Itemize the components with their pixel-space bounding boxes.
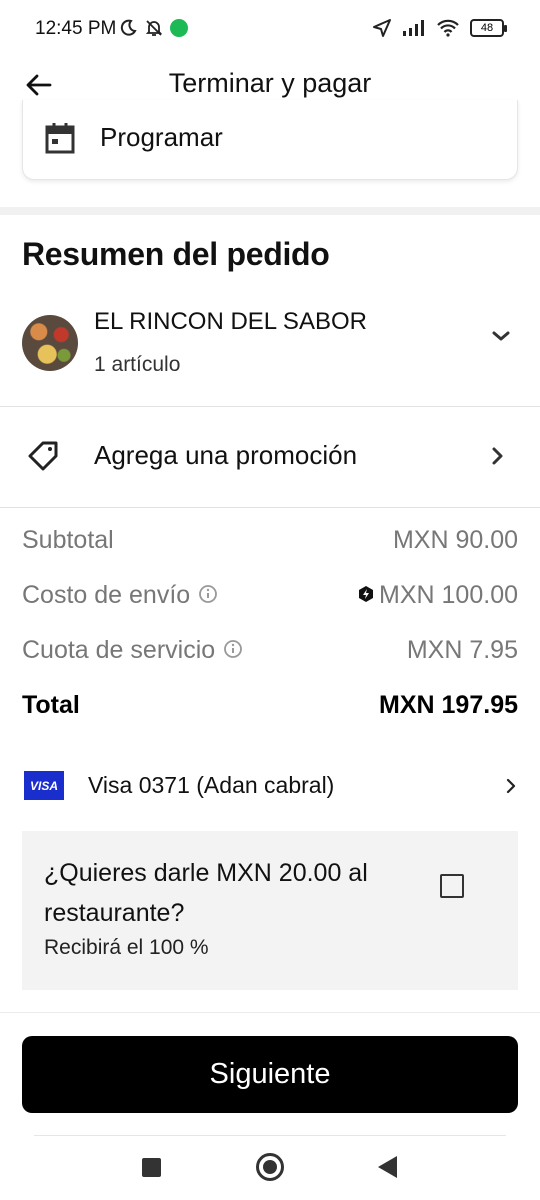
service-fee-row: Cuota de servicio MXN 7.95 xyxy=(22,636,518,670)
order-summary-title: Resumen del pedido xyxy=(22,236,330,272)
restaurant-tip-box: ¿Quieres darle MXN 20.00 al restaurante?… xyxy=(22,831,518,990)
wifi-icon xyxy=(437,19,459,37)
status-time: 12:45 PM xyxy=(35,18,117,39)
next-button[interactable]: Siguiente xyxy=(22,1036,518,1113)
info-icon[interactable] xyxy=(198,584,218,604)
battery-icon: 48 xyxy=(470,19,507,37)
uber-one-icon xyxy=(359,586,374,603)
signal-icon xyxy=(403,20,424,36)
chevron-right-icon xyxy=(492,447,503,465)
subtotal-row: Subtotal MXN 90.00 xyxy=(22,526,518,560)
total-label: Total xyxy=(22,691,80,719)
restaurant-row[interactable]: EL RINCON DEL SABOR 1 artículo xyxy=(0,300,540,406)
service-fee-label-wrap: Cuota de servicio xyxy=(22,636,243,665)
info-icon[interactable] xyxy=(223,639,243,659)
restaurant-item-count: 1 artículo xyxy=(94,353,181,376)
total-row: Total MXN 197.95 xyxy=(22,691,518,725)
divider xyxy=(0,1012,540,1013)
chevron-down-icon[interactable] xyxy=(490,325,512,347)
tag-icon xyxy=(28,441,58,471)
status-right-icons: 48 xyxy=(372,18,507,38)
add-promotion-row[interactable]: Agrega una promoción xyxy=(0,407,540,507)
delivery-fee-value-wrap: MXN 100.00 xyxy=(357,581,518,610)
schedule-option[interactable]: Programar xyxy=(22,100,518,180)
app-icon xyxy=(170,19,188,37)
subtotal-label: Subtotal xyxy=(22,526,114,554)
divider xyxy=(34,1135,506,1136)
promotion-label: Agrega una promoción xyxy=(94,440,358,470)
tip-subtitle: Recibirá el 100 % xyxy=(44,936,209,959)
bell-off-icon xyxy=(145,20,163,36)
home-icon[interactable] xyxy=(256,1153,284,1181)
system-navigation-bar xyxy=(0,1138,540,1200)
delivery-fee-row: Costo de envío MXN 100.00 xyxy=(22,581,518,615)
visa-card-icon: VISA xyxy=(24,771,64,800)
restaurant-avatar xyxy=(22,315,78,371)
section-divider xyxy=(0,207,540,215)
tip-question: ¿Quieres darle MXN 20.00 al restaurante? xyxy=(44,859,368,927)
page-title: Terminar y pagar xyxy=(168,68,372,98)
battery-level: 48 xyxy=(480,22,494,34)
payment-method-label: Visa 0371 (Adan cabral) xyxy=(88,772,335,798)
delivery-fee-label-wrap: Costo de envío xyxy=(22,581,218,610)
delivery-fee-value: MXN 100.00 xyxy=(379,581,518,609)
subtotal-value: MXN 90.00 xyxy=(392,526,518,554)
chevron-right-icon xyxy=(506,778,516,794)
tip-checkbox[interactable] xyxy=(440,874,464,898)
delivery-fee-label: Costo de envío xyxy=(22,581,191,609)
total-value: MXN 197.95 xyxy=(379,691,518,719)
moon-icon xyxy=(120,19,137,36)
payment-method-row[interactable]: VISA Visa 0371 (Adan cabral) xyxy=(0,758,540,816)
arrow-left-icon[interactable] xyxy=(22,68,56,102)
divider xyxy=(0,507,540,508)
recent-apps-icon[interactable] xyxy=(142,1158,161,1177)
status-bar: 12:45 PM 48 xyxy=(0,0,540,58)
service-fee-label: Cuota de servicio xyxy=(22,636,216,664)
schedule-label: Programar xyxy=(100,122,223,152)
restaurant-name: EL RINCON DEL SABOR xyxy=(94,308,367,335)
status-left-icons xyxy=(118,18,188,38)
location-arrow-icon xyxy=(373,19,391,37)
calendar-icon xyxy=(45,123,75,154)
service-fee-value: MXN 7.95 xyxy=(406,636,518,664)
back-triangle-icon[interactable] xyxy=(378,1156,397,1178)
